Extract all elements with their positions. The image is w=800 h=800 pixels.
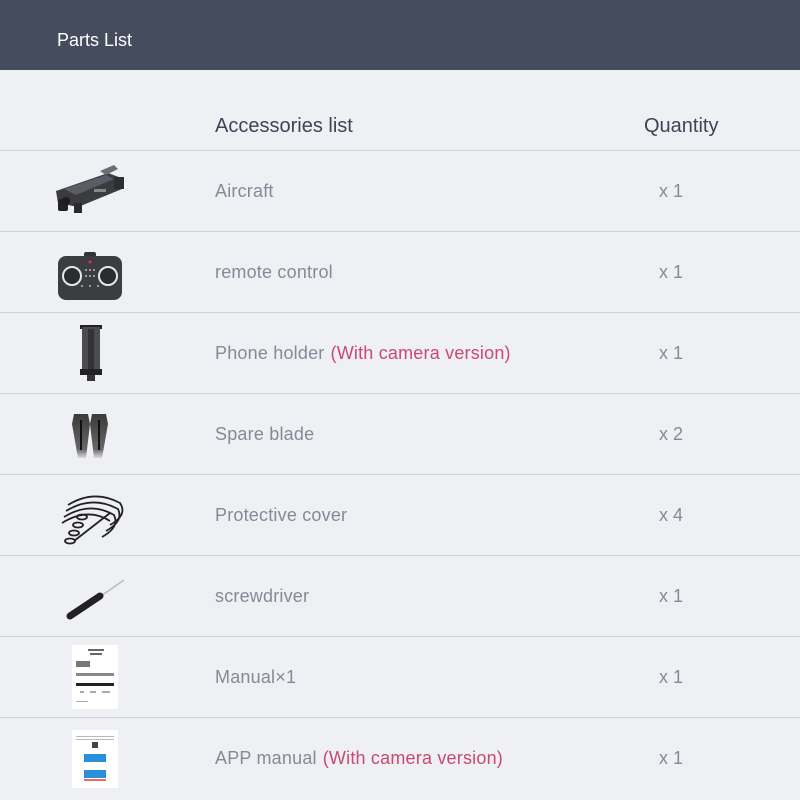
item-label: Spare blade — [215, 424, 315, 444]
drone-icon — [48, 159, 132, 223]
app-manual-icon — [48, 726, 132, 790]
column-header-quantity: Quantity — [644, 115, 719, 137]
item-label: screwdriver — [215, 586, 310, 606]
item-quantity: x 1 — [659, 262, 684, 282]
item-quantity: x 1 — [659, 667, 684, 687]
table-row: Phone holder (With camera version) x 1 — [0, 312, 800, 394]
propeller-guard-icon — [48, 483, 132, 547]
table-row: APP manual (With camera version) x 1 — [0, 717, 800, 799]
screwdriver-icon — [48, 564, 132, 628]
table-row: Aircraft x 1 — [0, 150, 800, 232]
table-row: Protective cover x 4 — [0, 474, 800, 556]
item-quantity: x 1 — [659, 586, 684, 606]
table-row: Spare blade x 2 — [0, 393, 800, 475]
item-label: Phone holder (With camera version) — [215, 343, 511, 363]
item-label: APP manual (With camera version) — [215, 748, 503, 768]
item-label: Aircraft — [215, 181, 274, 201]
remote-control-icon — [48, 240, 132, 304]
manual-icon — [48, 645, 132, 709]
item-quantity: x 4 — [659, 505, 684, 525]
table-row: Manual×1 x 1 — [0, 636, 800, 718]
item-label: remote control — [215, 262, 333, 282]
item-quantity: x 1 — [659, 748, 684, 768]
column-header-accessories: Accessories list — [215, 115, 353, 137]
item-quantity: x 2 — [659, 424, 684, 444]
phone-holder-icon — [48, 321, 132, 385]
camera-version-note: (With camera version) — [330, 343, 511, 363]
item-quantity: x 1 — [659, 343, 684, 363]
propeller-blade-icon — [48, 402, 132, 466]
item-label: Protective cover — [215, 505, 348, 525]
item-label: Manual×1 — [215, 667, 297, 687]
camera-version-note: (With camera version) — [322, 748, 503, 768]
table-row: screwdriver x 1 — [0, 555, 800, 637]
item-quantity: x 1 — [659, 181, 684, 201]
table-row: remote control x 1 — [0, 231, 800, 313]
page-header: Parts List — [0, 0, 800, 70]
page-title: Parts List — [57, 30, 133, 50]
